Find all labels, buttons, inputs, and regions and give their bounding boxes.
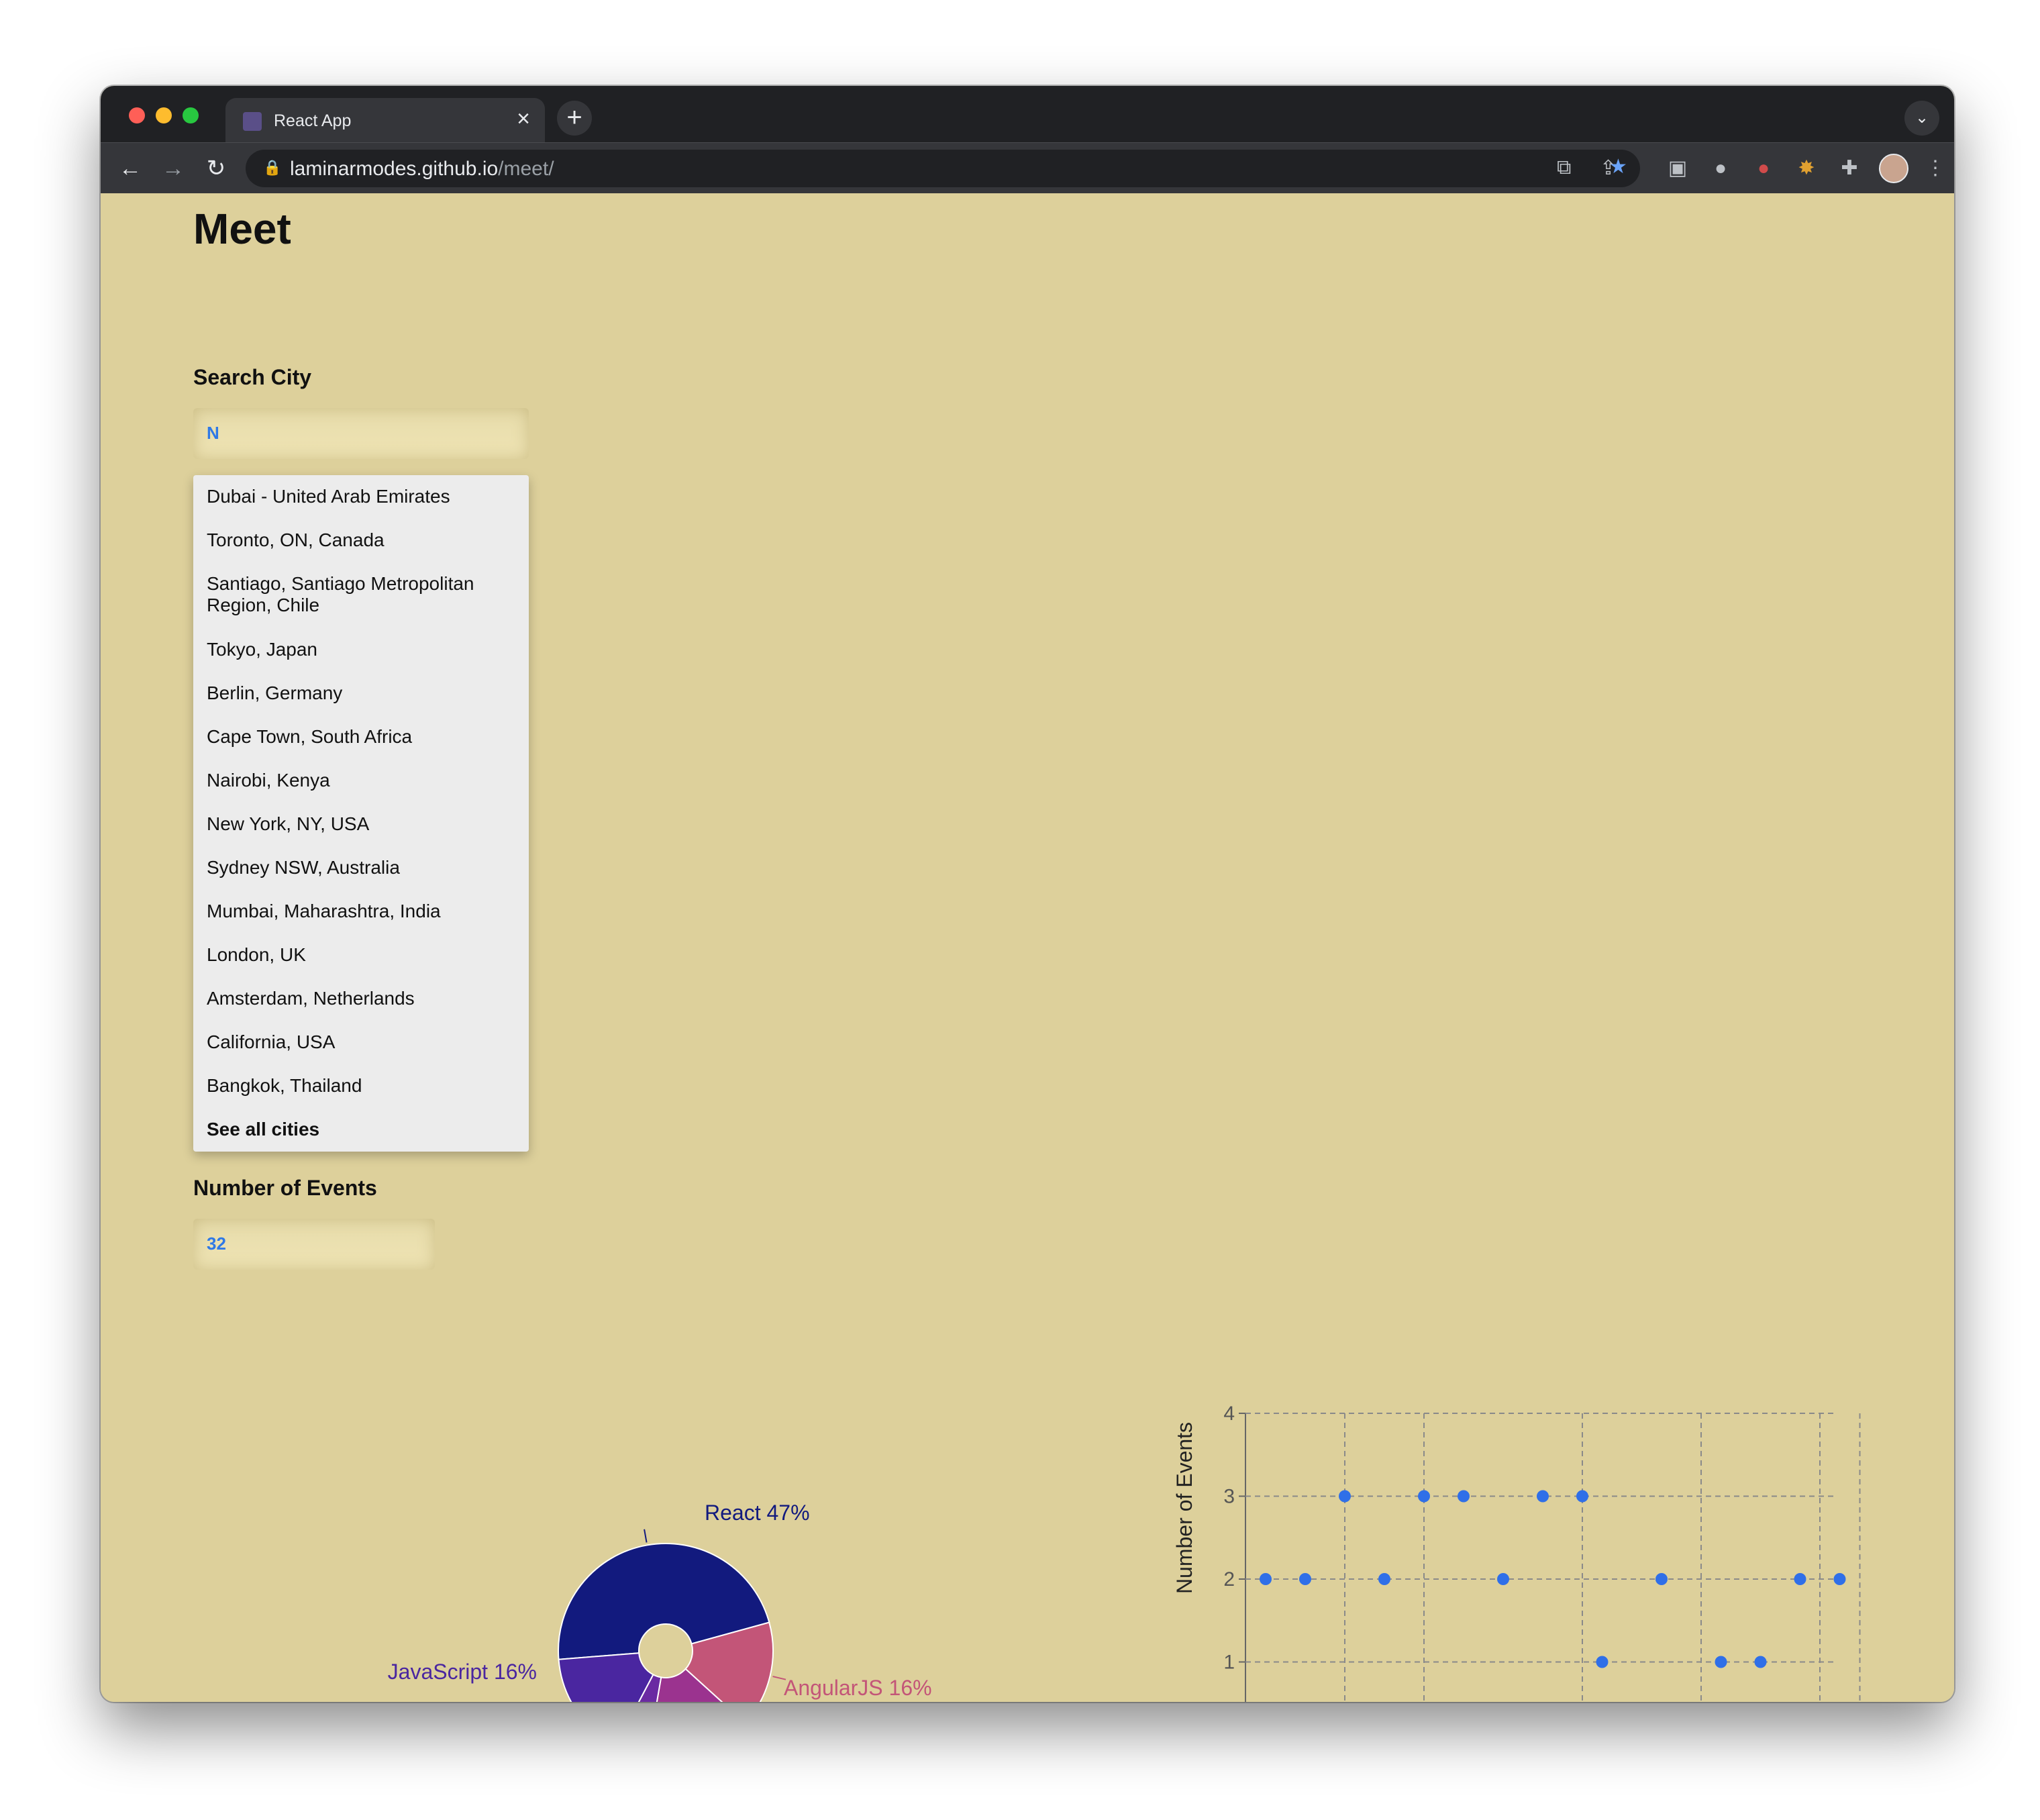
browser-toolbar: ← → ↻ 🔒 laminarmodes.github.io/meet/ ⧉ ⇪… [101,142,1954,194]
tab-react-app[interactable]: React App × [225,98,545,142]
url-path: /meet/ [498,158,554,180]
scatter-point [1418,1490,1430,1503]
scatter-point [1339,1490,1351,1503]
scatter-point [1260,1573,1272,1585]
open-external-icon[interactable]: ⧉ [1557,156,1571,179]
scatter-point [1794,1573,1806,1585]
y-axis-label: Number of Events [1172,1422,1196,1594]
y-tick-label: 4 [1223,1403,1235,1425]
scatter-point [1299,1573,1311,1585]
favicon-icon [243,112,262,131]
address-bar[interactable]: 🔒 laminarmodes.github.io/meet/ ⧉ ⇪ [246,150,1640,187]
extension-3-icon[interactable]: ● [1749,154,1778,183]
scatter-chart: 1 2 3 4 Number of Events [1172,1403,1861,1702]
scatter-point [1458,1490,1470,1503]
page-content: Meet Search City N Dubai - United Arab E… [101,193,1954,1702]
lock-icon[interactable]: 🔒 [263,159,281,176]
forward-button[interactable]: → [158,154,188,183]
url-host: laminarmodes.github.io [290,158,499,180]
scatter-point [1715,1656,1727,1668]
browser-window: React App × + ⌄ ← → ↻ 🔒 laminarmodes.git… [101,86,1954,1702]
tab-strip: React App × + ⌄ [101,86,1954,142]
scatter-point [1537,1490,1549,1503]
puzzle-icon[interactable]: ✚ [1835,154,1864,183]
close-tab-icon[interactable]: × [517,107,530,130]
tab-search-button[interactable]: ⌄ [1904,101,1939,136]
extension-2-icon[interactable]: ● [1706,154,1735,183]
reload-button[interactable]: ↻ [201,154,231,183]
extension-4-icon[interactable]: ✸ [1792,154,1821,183]
y-tick-label: 2 [1223,1568,1235,1590]
bookmark-star-icon[interactable]: ★ [1609,155,1627,179]
scatter-point [1576,1490,1588,1503]
extension-1-icon[interactable]: ▣ [1663,154,1692,183]
kebab-menu-icon[interactable]: ⋮ [1921,154,1950,183]
tab-title: React App [274,111,352,130]
scatter-point [1497,1573,1509,1585]
url-text[interactable]: laminarmodes.github.io/meet/ [290,158,554,181]
y-tick-label: 1 [1223,1652,1235,1674]
scatter-point [1754,1656,1767,1668]
scatter-point [1378,1573,1390,1585]
y-tick-label: 3 [1223,1486,1235,1508]
scatter-point [1655,1573,1668,1585]
scatter-point [1833,1573,1846,1585]
minimize-window-button[interactable] [156,107,172,123]
zoom-window-button[interactable] [183,107,199,123]
profile-avatar[interactable] [1879,154,1908,183]
scatter-point [1596,1656,1609,1668]
back-button[interactable]: ← [115,154,145,183]
new-tab-button[interactable]: + [557,101,592,136]
close-window-button[interactable] [129,107,145,123]
